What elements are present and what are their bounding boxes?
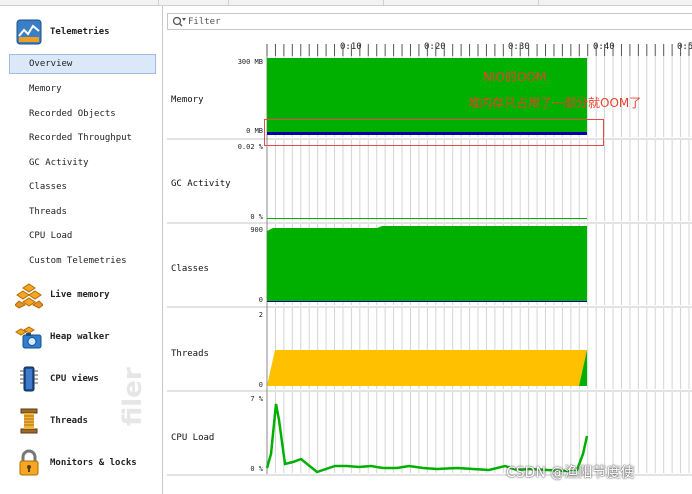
monitors-locks-icon (15, 449, 43, 477)
sidebar: Telemetries Overview Memory Recorded Obj… (0, 6, 163, 494)
annotation-box (264, 119, 604, 146)
telemetry-row-classes[interactable]: Classes 900 0 (167, 226, 692, 310)
threads-icon (15, 407, 43, 435)
axis-min-label: 0 % (250, 213, 263, 221)
axis-min-label: 0 % (250, 465, 263, 473)
filter-bar (167, 13, 692, 30)
cpu-views-icon (15, 365, 43, 393)
sidebar-watermark: filer (118, 367, 148, 426)
section-live-memory[interactable]: Live memory (0, 275, 162, 315)
column-header (383, 0, 538, 5)
section-monitors-locks[interactable]: Monitors & locks (0, 443, 162, 483)
nav-item-classes[interactable]: Classes (9, 177, 156, 197)
axis-max-label: 2 (258, 311, 263, 319)
section-label: Threads (50, 416, 88, 426)
telemetry-label: Threads (171, 349, 209, 359)
section-telemetries[interactable]: Telemetries (0, 12, 162, 52)
section-label: Live memory (50, 290, 110, 300)
axis-max-label: 900 (250, 226, 263, 234)
nav-item-cpu-load[interactable]: CPU Load (9, 226, 156, 246)
axis-max-label: 0.02 % (237, 143, 263, 151)
axis-min-label: 0 (258, 381, 263, 389)
annotation-title: NIO的OOM (483, 70, 547, 84)
telemetry-label: Classes (171, 264, 209, 274)
section-heap-walker[interactable]: Heap walker (0, 317, 162, 357)
telemetry-label: CPU Load (171, 433, 215, 443)
section-label: CPU views (50, 374, 99, 384)
nav-item-memory[interactable]: Memory (9, 79, 156, 99)
column-header (158, 0, 228, 5)
live-memory-icon (14, 281, 44, 309)
nav-item-recorded-objects[interactable]: Recorded Objects (9, 104, 156, 124)
annotation-note: 堆内存只占用了一部分就OOM了 (468, 96, 642, 110)
axis-min-label: 0 MB (246, 127, 263, 135)
axis-max-label: 7 % (250, 395, 263, 403)
telemetry-label: GC Activity (171, 179, 231, 189)
column-header (538, 0, 692, 5)
filter-input[interactable] (188, 15, 488, 28)
watermark-text: CSDN @渔阳节度使 (506, 465, 635, 481)
axis-max-label: 300 MB (237, 58, 263, 66)
telemetries-icon (15, 18, 43, 46)
section-label: Heap walker (50, 332, 110, 342)
telemetry-row-threads[interactable]: Threads 2 0 (167, 310, 692, 394)
nav-item-overview[interactable]: Overview (9, 54, 156, 74)
filter-icon[interactable] (172, 16, 186, 28)
nav-item-threads[interactable]: Threads (9, 202, 156, 222)
telemetry-label: Memory (171, 95, 204, 105)
axis-min-label: 0 (258, 296, 263, 304)
telemetry-row-gc-activity[interactable]: GC Activity 0.02 % 0 % (167, 142, 692, 226)
heap-walker-icon (15, 323, 43, 351)
nav-item-custom-telemetries[interactable]: Custom Telemetries (9, 251, 156, 271)
column-header (228, 0, 383, 5)
nav-item-gc-activity[interactable]: GC Activity (9, 153, 156, 173)
section-label: Telemetries (50, 27, 110, 37)
nav-item-recorded-throughput[interactable]: Recorded Throughput (9, 128, 156, 148)
section-label: Monitors & locks (50, 458, 137, 468)
